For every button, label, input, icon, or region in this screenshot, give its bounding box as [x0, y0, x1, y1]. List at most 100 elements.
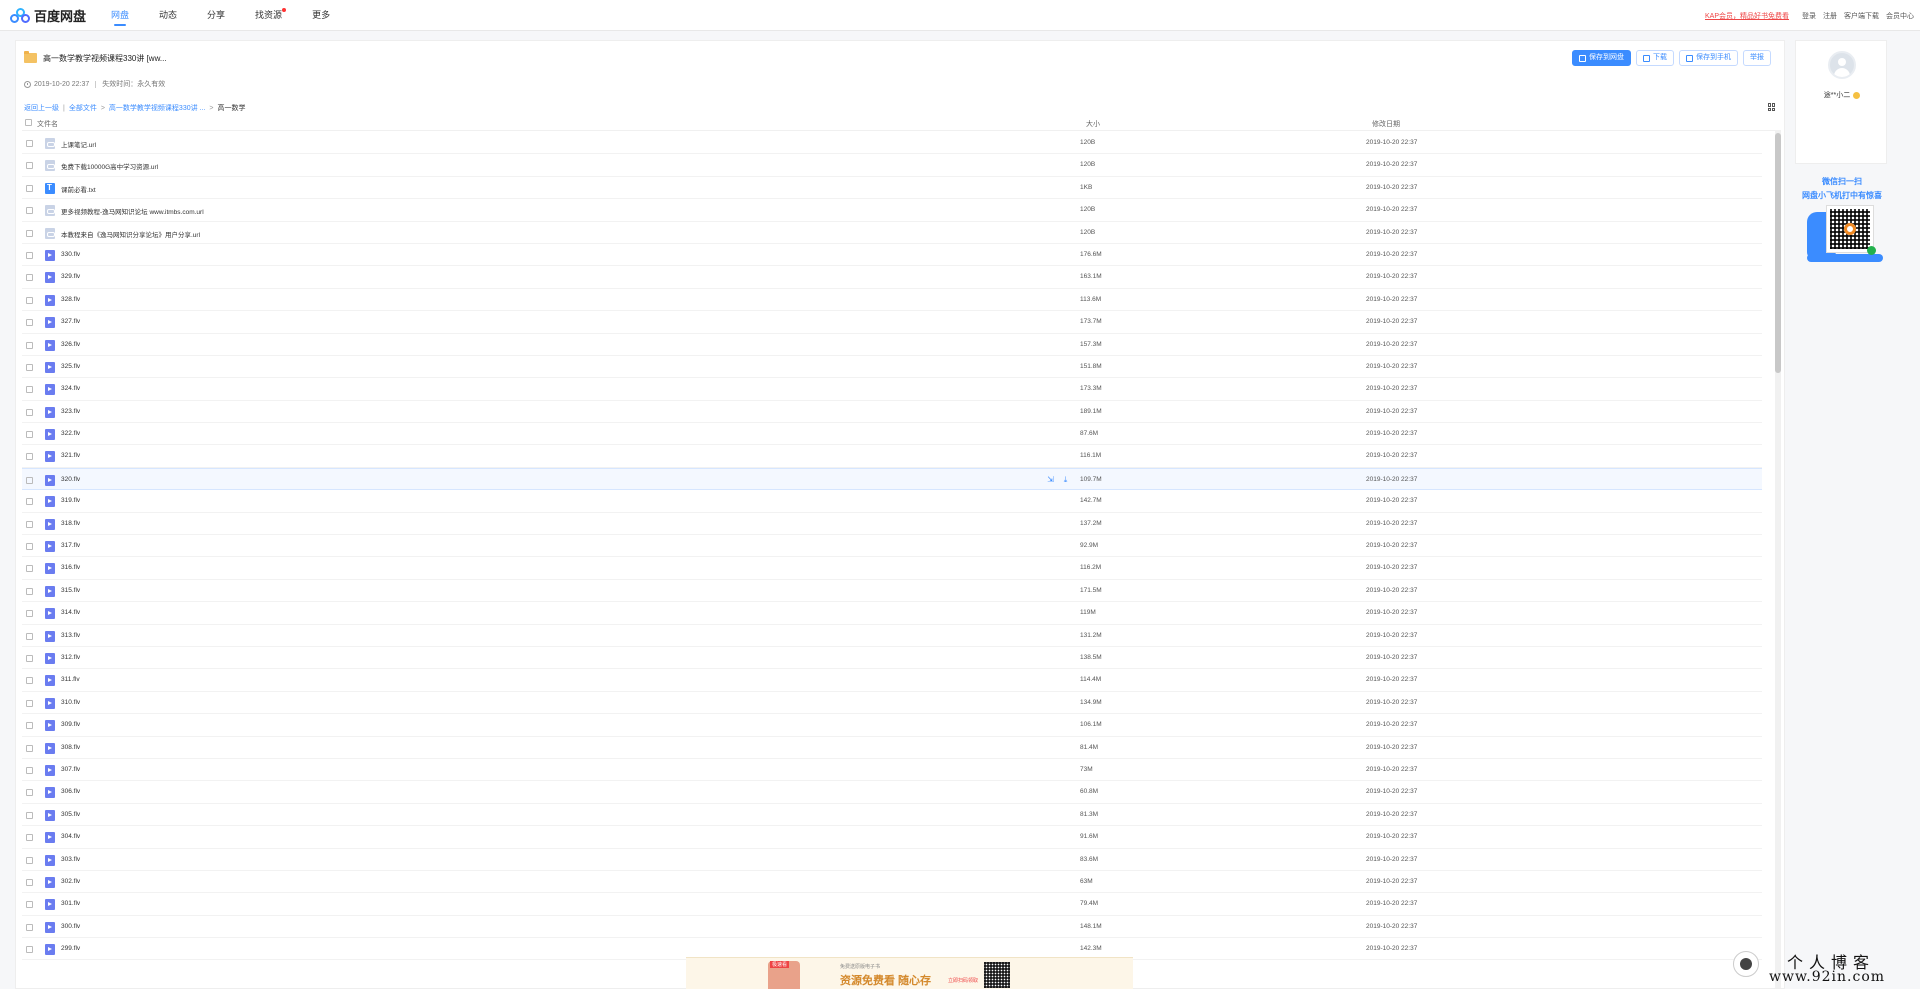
login-link[interactable]: 登录	[1802, 11, 1816, 21]
breadcrumb-all-files[interactable]: 全部文件	[69, 103, 97, 113]
file-row[interactable]: 325.flv 151.8M 2019-10-20 22:37	[22, 356, 1762, 379]
file-row[interactable]: 323.flv 189.1M 2019-10-20 22:37	[22, 401, 1762, 424]
file-checkbox[interactable]	[26, 722, 33, 730]
file-row[interactable]: 303.flv 83.6M 2019-10-20 22:37	[22, 849, 1762, 871]
file-name[interactable]: 322.flv	[61, 430, 80, 437]
file-row[interactable]: 324.flv 173.3M 2019-10-20 22:37	[22, 378, 1762, 401]
file-name[interactable]: 325.flv	[61, 363, 80, 370]
file-name[interactable]: 320.flv	[61, 476, 80, 483]
file-name[interactable]: 313.flv	[61, 632, 80, 639]
file-row[interactable]: 304.flv 91.6M 2019-10-20 22:37	[22, 826, 1762, 849]
report-button[interactable]: 举报	[1743, 50, 1771, 66]
file-row[interactable]: 课前必看.txt 1KB 2019-10-20 22:37	[22, 177, 1762, 200]
file-checkbox[interactable]	[26, 274, 33, 282]
file-checkbox[interactable]	[26, 565, 33, 573]
file-name[interactable]: 301.flv	[61, 900, 80, 907]
file-name[interactable]: 321.flv	[61, 452, 80, 459]
file-name[interactable]: 300.flv	[61, 923, 80, 930]
file-name[interactable]: 课前必看.txt	[61, 184, 96, 194]
file-row[interactable]: 328.flv 113.6M 2019-10-20 22:37	[22, 289, 1762, 312]
select-all-checkbox[interactable]	[25, 119, 32, 126]
file-name[interactable]: 329.flv	[61, 273, 80, 280]
download-button[interactable]: 下载	[1636, 50, 1674, 66]
file-row[interactable]: 305.flv 81.3M 2019-10-20 22:37	[22, 804, 1762, 827]
file-checkbox[interactable]	[26, 610, 33, 618]
file-checkbox[interactable]	[26, 587, 33, 595]
file-row[interactable]: 300.flv 148.1M 2019-10-20 22:37	[22, 916, 1762, 939]
file-name[interactable]: 303.flv	[61, 856, 80, 863]
file-checkbox[interactable]	[26, 744, 33, 752]
file-checkbox[interactable]	[26, 386, 33, 394]
file-checkbox[interactable]	[26, 207, 33, 215]
file-row[interactable]: 319.flv 142.7M 2019-10-20 22:37	[22, 490, 1762, 513]
baidu-netdisk-logo[interactable]: 百度网盘	[10, 7, 86, 24]
file-name[interactable]: 318.flv	[61, 520, 80, 527]
file-row[interactable]: 318.flv 137.2M 2019-10-20 22:37	[22, 513, 1762, 536]
file-name[interactable]: 310.flv	[61, 699, 80, 706]
promo-link[interactable]: KAP会员，精品好书免费看	[1705, 11, 1789, 21]
file-checkbox[interactable]	[26, 677, 33, 685]
save-to-netdisk-button[interactable]: 保存到网盘	[1572, 50, 1631, 66]
file-row[interactable]: 310.flv 134.9M 2019-10-20 22:37	[22, 692, 1762, 715]
file-name[interactable]: 312.flv	[61, 654, 80, 661]
grid-view-icon[interactable]	[1768, 103, 1776, 111]
row-save-icon[interactable]: ⇲	[1046, 475, 1055, 484]
bottom-ad-banner[interactable]: 极速看 免费送原版电子书 资源免费看 随心存 立即扫码领取	[686, 957, 1133, 989]
file-checkbox[interactable]	[26, 766, 33, 774]
column-date[interactable]: 修改日期	[1372, 119, 1400, 129]
file-checkbox[interactable]	[26, 251, 33, 259]
file-row[interactable]: 307.flv 73M 2019-10-20 22:37	[22, 759, 1762, 782]
file-checkbox[interactable]	[26, 878, 33, 886]
save-to-phone-button[interactable]: 保存到手机	[1679, 50, 1738, 66]
file-row[interactable]: 301.flv 79.4M 2019-10-20 22:37	[22, 893, 1762, 916]
file-name[interactable]: 316.flv	[61, 564, 80, 571]
file-name[interactable]: 305.flv	[61, 811, 80, 818]
file-name[interactable]: 323.flv	[61, 408, 80, 415]
file-row[interactable]: 306.flv 60.8M 2019-10-20 22:37	[22, 781, 1762, 804]
file-list-scrollbar[interactable]	[1775, 130, 1781, 988]
file-checkbox[interactable]	[26, 162, 33, 170]
file-name[interactable]: 311.flv	[61, 676, 80, 683]
file-name[interactable]: 本教程来自《逸马网知识分享论坛》用户分享.url	[61, 229, 200, 239]
file-row[interactable]: 免费下载10000G高中学习资源.url 120B 2019-10-20 22:37	[22, 154, 1762, 177]
file-row[interactable]: 326.flv 157.3M 2019-10-20 22:37	[22, 334, 1762, 356]
file-row[interactable]: 321.flv 116.1M 2019-10-20 22:37	[22, 445, 1762, 468]
nav-more[interactable]: 更多	[312, 0, 330, 31]
file-checkbox[interactable]	[26, 476, 33, 484]
nav-share[interactable]: 分享	[207, 0, 225, 31]
file-row[interactable]: 322.flv 87.6M 2019-10-20 22:37	[22, 423, 1762, 446]
avatar[interactable]	[1828, 51, 1856, 79]
file-checkbox[interactable]	[26, 632, 33, 640]
file-row[interactable]: 327.flv 173.7M 2019-10-20 22:37	[22, 311, 1762, 334]
breadcrumb-back[interactable]: 返回上一级	[24, 103, 59, 113]
file-checkbox[interactable]	[26, 923, 33, 931]
file-checkbox[interactable]	[26, 520, 33, 528]
file-checkbox[interactable]	[26, 408, 33, 416]
file-checkbox[interactable]	[26, 184, 33, 192]
file-checkbox[interactable]	[26, 140, 33, 147]
row-download-icon[interactable]: ⤓	[1061, 475, 1070, 484]
file-name[interactable]: 314.flv	[61, 609, 80, 616]
client-download-link[interactable]: 客户端下载	[1844, 11, 1879, 21]
file-checkbox[interactable]	[26, 229, 33, 237]
file-checkbox[interactable]	[26, 901, 33, 909]
file-row[interactable]: 317.flv 92.9M 2019-10-20 22:37	[22, 535, 1762, 558]
file-checkbox[interactable]	[26, 319, 33, 327]
file-checkbox[interactable]	[26, 453, 33, 461]
file-checkbox[interactable]	[26, 699, 33, 707]
file-checkbox[interactable]	[26, 789, 33, 797]
member-center-link[interactable]: 会员中心	[1886, 11, 1914, 21]
file-name[interactable]: 317.flv	[61, 542, 80, 549]
file-name[interactable]: 304.flv	[61, 833, 80, 840]
file-name[interactable]: 328.flv	[61, 296, 80, 303]
file-row[interactable]: 302.flv 63M 2019-10-20 22:37	[22, 871, 1762, 894]
file-row[interactable]: 314.flv 119M 2019-10-20 22:37	[22, 602, 1762, 625]
file-name[interactable]: 324.flv	[61, 385, 80, 392]
file-checkbox[interactable]	[26, 498, 33, 506]
file-name[interactable]: 327.flv	[61, 318, 80, 325]
file-row[interactable]: 320.flv ⇲ ⤓ 109.7M 2019-10-20 22:37	[22, 467, 1762, 491]
file-name[interactable]: 307.flv	[61, 766, 80, 773]
breadcrumb-parent[interactable]: 高一数学教学视频课程330讲 ...	[109, 103, 205, 113]
file-checkbox[interactable]	[26, 296, 33, 304]
file-name[interactable]: 上课笔记.url	[61, 139, 96, 149]
